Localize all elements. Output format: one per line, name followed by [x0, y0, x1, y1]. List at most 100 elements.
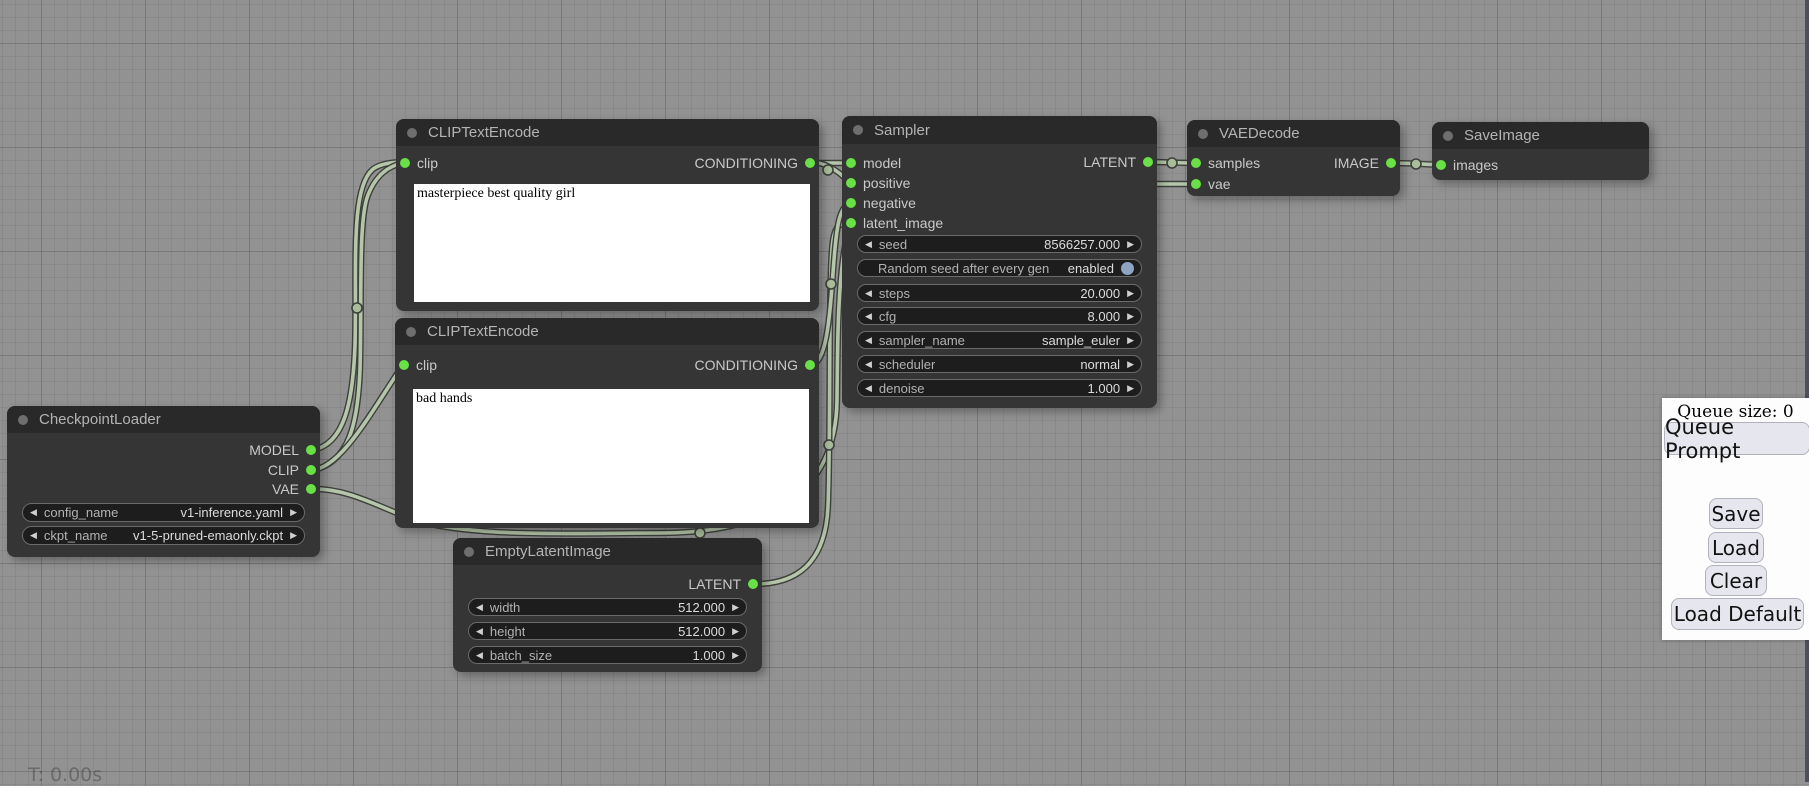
collapse-dot-icon[interactable]	[18, 415, 28, 425]
toggle-icon[interactable]	[1121, 262, 1134, 275]
decrement-icon[interactable]: ◀	[865, 289, 872, 298]
ckpt-name-widget[interactable]: ◀ ckpt_name v1-5-pruned-emaonly.ckpt ▶	[22, 526, 305, 545]
scheduler-widget[interactable]: ◀ scheduler normal ▶	[857, 355, 1142, 373]
increment-icon[interactable]: ▶	[1127, 336, 1134, 345]
queue-prompt-button[interactable]: Queue Prompt	[1664, 422, 1809, 455]
clear-button[interactable]: Clear	[1705, 565, 1767, 596]
increment-icon[interactable]: ▶	[1127, 384, 1134, 393]
output-port-vae[interactable]: VAE	[272, 479, 316, 499]
input-port-icon[interactable]	[846, 178, 856, 188]
widget-label: ckpt_name	[44, 528, 108, 543]
node-title-bar[interactable]: CLIPTextEncode	[396, 119, 819, 146]
node-cliptextencode-negative[interactable]: CLIPTextEncode clip CONDITIONING bad han…	[395, 318, 819, 528]
decrement-icon[interactable]: ◀	[476, 627, 483, 636]
input-port-icon[interactable]	[846, 198, 856, 208]
collapse-dot-icon[interactable]	[406, 327, 416, 337]
node-cliptextencode-positive[interactable]: CLIPTextEncode clip CONDITIONING masterp…	[396, 119, 819, 311]
output-port-image[interactable]: IMAGE	[1334, 153, 1396, 173]
node-saveimage[interactable]: SaveImage images	[1432, 122, 1649, 180]
output-port-icon[interactable]	[1143, 157, 1153, 167]
sampler-name-widget[interactable]: ◀ sampler_name sample_euler ▶	[857, 331, 1142, 349]
output-port-model[interactable]: MODEL	[249, 440, 316, 460]
node-graph-canvas[interactable]: { "icons": { "decrement": "◀", "incremen…	[0, 0, 1809, 782]
input-port-icon[interactable]	[400, 158, 410, 168]
node-title-bar[interactable]: SaveImage	[1432, 122, 1649, 149]
node-title-bar[interactable]: Sampler	[842, 116, 1157, 144]
decrement-icon[interactable]: ◀	[30, 531, 37, 540]
increment-icon[interactable]: ▶	[732, 603, 739, 612]
collapse-dot-icon[interactable]	[407, 128, 417, 138]
decrement-icon[interactable]: ◀	[476, 651, 483, 660]
node-title-bar[interactable]: EmptyLatentImage	[453, 538, 762, 565]
output-port-icon[interactable]	[306, 465, 316, 475]
decrement-icon[interactable]: ◀	[30, 508, 37, 517]
decrement-icon[interactable]: ◀	[865, 360, 872, 369]
increment-icon[interactable]: ▶	[732, 627, 739, 636]
seed-widget[interactable]: ◀ seed 8566257.000 ▶	[857, 235, 1142, 253]
input-port-samples[interactable]: samples	[1191, 153, 1260, 173]
output-port-icon[interactable]	[306, 445, 316, 455]
input-port-clip[interactable]: clip	[399, 355, 437, 375]
decrement-icon[interactable]: ◀	[476, 603, 483, 612]
input-port-latent-image[interactable]: latent_image	[846, 213, 943, 233]
input-port-icon[interactable]	[1436, 160, 1446, 170]
node-sampler[interactable]: Sampler model positive negative latent_i…	[842, 116, 1157, 408]
collapse-dot-icon[interactable]	[1198, 129, 1208, 139]
input-port-positive[interactable]: positive	[846, 173, 910, 193]
increment-icon[interactable]: ▶	[1127, 312, 1134, 321]
node-title-bar[interactable]: VAEDecode	[1187, 120, 1400, 147]
output-port-latent[interactable]: LATENT	[1083, 152, 1153, 172]
input-port-negative[interactable]: negative	[846, 193, 916, 213]
height-widget[interactable]: ◀ height 512.000 ▶	[468, 622, 747, 640]
collapse-dot-icon[interactable]	[1443, 131, 1453, 141]
input-port-icon[interactable]	[1191, 179, 1201, 189]
node-vaedecode[interactable]: VAEDecode samples vae IMAGE	[1187, 120, 1400, 196]
decrement-icon[interactable]: ◀	[865, 384, 872, 393]
output-port-clip[interactable]: CLIP	[268, 460, 316, 480]
steps-widget[interactable]: ◀ steps 20.000 ▶	[857, 284, 1142, 302]
output-port-icon[interactable]	[805, 158, 815, 168]
increment-icon[interactable]: ▶	[732, 651, 739, 660]
input-port-icon[interactable]	[1191, 158, 1201, 168]
cfg-widget[interactable]: ◀ cfg 8.000 ▶	[857, 307, 1142, 325]
input-port-clip[interactable]: clip	[400, 153, 438, 173]
load-button[interactable]: Load	[1708, 532, 1764, 563]
increment-icon[interactable]: ▶	[1127, 240, 1134, 249]
input-port-model[interactable]: model	[846, 153, 901, 173]
output-port-icon[interactable]	[306, 484, 316, 494]
increment-icon[interactable]: ▶	[290, 508, 297, 517]
port-label: images	[1453, 157, 1498, 173]
width-widget[interactable]: ◀ width 512.000 ▶	[468, 598, 747, 616]
node-checkpointloader[interactable]: CheckpointLoader MODEL CLIP VAE ◀ config…	[7, 406, 320, 557]
prompt-text-area[interactable]: masterpiece best quality girl	[414, 184, 810, 302]
decrement-icon[interactable]: ◀	[865, 312, 872, 321]
input-port-images[interactable]: images	[1436, 155, 1498, 175]
increment-icon[interactable]: ▶	[1127, 289, 1134, 298]
collapse-dot-icon[interactable]	[853, 125, 863, 135]
input-port-icon[interactable]	[846, 158, 856, 168]
decrement-icon[interactable]: ◀	[865, 240, 872, 249]
prompt-text-area[interactable]: bad hands	[413, 389, 809, 523]
random-seed-toggle-widget[interactable]: Random seed after every gen enabled	[857, 259, 1142, 277]
node-title-bar[interactable]: CheckpointLoader	[7, 406, 320, 433]
output-port-conditioning[interactable]: CONDITIONING	[695, 355, 815, 375]
decrement-icon[interactable]: ◀	[865, 336, 872, 345]
input-port-icon[interactable]	[846, 218, 856, 228]
output-port-conditioning[interactable]: CONDITIONING	[695, 153, 815, 173]
save-button[interactable]: Save	[1709, 498, 1763, 529]
output-port-icon[interactable]	[1386, 158, 1396, 168]
collapse-dot-icon[interactable]	[464, 547, 474, 557]
increment-icon[interactable]: ▶	[1127, 360, 1134, 369]
load-default-button[interactable]: Load Default	[1671, 598, 1804, 630]
config-name-widget[interactable]: ◀ config_name v1-inference.yaml ▶	[22, 503, 305, 522]
output-port-icon[interactable]	[805, 360, 815, 370]
batch-size-widget[interactable]: ◀ batch_size 1.000 ▶	[468, 646, 747, 664]
increment-icon[interactable]: ▶	[290, 531, 297, 540]
input-port-icon[interactable]	[399, 360, 409, 370]
denoise-widget[interactable]: ◀ denoise 1.000 ▶	[857, 379, 1142, 397]
output-port-latent[interactable]: LATENT	[688, 574, 758, 594]
node-emptylatentimage[interactable]: EmptyLatentImage LATENT ◀ width 512.000 …	[453, 538, 762, 672]
node-title-bar[interactable]: CLIPTextEncode	[395, 318, 819, 345]
input-port-vae[interactable]: vae	[1191, 174, 1231, 194]
output-port-icon[interactable]	[748, 579, 758, 589]
